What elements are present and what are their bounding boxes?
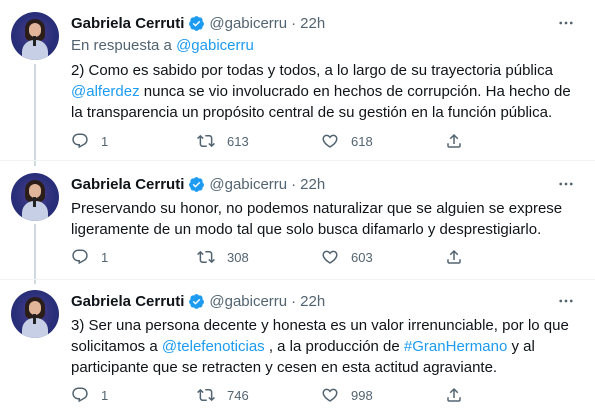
verified-badge-icon — [189, 293, 205, 309]
tweet-actions: 1 746 998 — [71, 385, 581, 405]
avatar[interactable] — [11, 290, 59, 338]
author-handle[interactable]: @gabicerru — [209, 15, 287, 32]
tweet-thread: Gabriela Cerruti @gabicerru · 22h En res… — [0, 0, 595, 411]
share-icon — [447, 387, 461, 402]
tweet-text-part: 2) Como es sabido por todas y todos, a l… — [71, 62, 553, 79]
reply-count: 1 — [101, 387, 109, 403]
like-count: 998 — [351, 387, 373, 403]
reply-icon — [72, 387, 88, 403]
tweet-time[interactable]: 22h — [300, 176, 325, 193]
retweet-count: 613 — [227, 133, 249, 149]
avatar[interactable] — [11, 12, 59, 60]
like-button[interactable]: 603 — [321, 247, 373, 267]
tweet-text-part: nunca se vio involucrado en hechos de co… — [71, 83, 571, 121]
retweet-button[interactable]: 308 — [197, 247, 249, 267]
share-icon — [447, 249, 461, 264]
share-button[interactable] — [445, 131, 463, 151]
share-button[interactable] — [445, 247, 463, 267]
like-icon — [322, 388, 338, 402]
author-handle[interactable]: @gabicerru — [209, 293, 287, 310]
author-name[interactable]: Gabriela Cerruti — [71, 15, 184, 32]
tweet-text-part: , a la producción de — [264, 338, 404, 355]
share-icon — [447, 133, 461, 148]
separator-dot: · — [291, 292, 297, 310]
tweet-time[interactable]: 22h — [300, 293, 325, 310]
like-count: 618 — [351, 133, 373, 149]
tweet-actions: 1 613 618 — [71, 131, 581, 151]
tweet[interactable]: Gabriela Cerruti @gabicerru · 22h 3) Ser… — [0, 280, 595, 411]
more-icon[interactable] — [557, 292, 575, 310]
verified-badge-icon — [189, 176, 205, 192]
author-name[interactable]: Gabriela Cerruti — [71, 176, 184, 193]
retweet-button[interactable]: 613 — [197, 131, 249, 151]
reply-count: 1 — [101, 249, 109, 265]
reply-icon — [72, 133, 88, 149]
reply-icon — [72, 249, 88, 265]
retweet-count: 746 — [227, 387, 249, 403]
tweet-text: 3) Ser una persona decente y honesta es … — [71, 315, 581, 378]
tweet[interactable]: Gabriela Cerruti @gabicerru · 22h En res… — [0, 0, 595, 160]
tweet-actions: 1 308 603 — [71, 247, 581, 267]
tweet[interactable]: Gabriela Cerruti @gabicerru · 22h Preser… — [0, 161, 595, 279]
separator-dot: · — [291, 14, 297, 32]
hashtag-link[interactable]: #GranHermano — [404, 338, 507, 355]
reply-handle-link[interactable]: @gabicerru — [176, 37, 254, 54]
avatar[interactable] — [11, 173, 59, 221]
reply-count: 1 — [101, 133, 109, 149]
author-name[interactable]: Gabriela Cerruti — [71, 293, 184, 310]
retweet-button[interactable]: 746 — [197, 385, 249, 405]
retweet-icon — [197, 388, 215, 402]
reply-button[interactable]: 1 — [71, 247, 108, 267]
verified-badge-icon — [189, 15, 205, 31]
reply-prefix: En respuesta a — [71, 37, 177, 54]
like-count: 603 — [351, 249, 373, 265]
tweet-text: Preservando su honor, no podemos natural… — [71, 200, 563, 238]
separator-dot: · — [291, 175, 297, 193]
author-handle[interactable]: @gabicerru — [209, 176, 287, 193]
reply-button[interactable]: 1 — [71, 385, 108, 405]
tweet-time[interactable]: 22h — [300, 15, 325, 32]
more-icon[interactable] — [557, 175, 575, 193]
share-button[interactable] — [445, 385, 463, 405]
more-icon[interactable] — [557, 14, 575, 32]
retweet-icon — [197, 134, 215, 148]
mention-link[interactable]: @telefenoticias — [162, 338, 265, 355]
mention-link[interactable]: @alferdez — [71, 83, 140, 100]
like-button[interactable]: 998 — [321, 385, 373, 405]
retweet-count: 308 — [227, 249, 249, 265]
like-icon — [322, 134, 338, 148]
like-icon — [322, 250, 338, 264]
reply-button[interactable]: 1 — [71, 131, 108, 151]
tweet-text: 2) Como es sabido por todas y todos, a l… — [71, 60, 581, 123]
reply-context: En respuesta a @gabicerru — [71, 37, 254, 54]
like-button[interactable]: 618 — [321, 131, 373, 151]
retweet-icon — [197, 250, 215, 264]
